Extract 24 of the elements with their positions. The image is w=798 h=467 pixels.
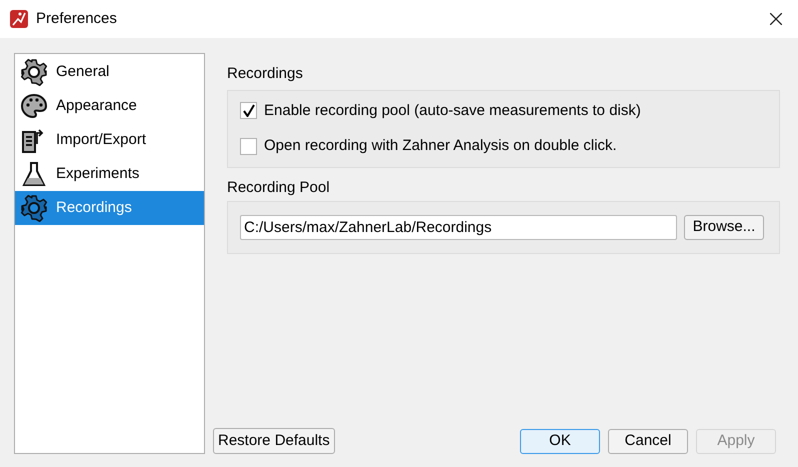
palette-icon xyxy=(20,92,48,120)
flask-icon xyxy=(20,160,48,188)
sidebar-item[interactable]: Import/Export xyxy=(15,123,204,157)
sidebar-item[interactable]: Recordings xyxy=(15,191,204,225)
dialog-button[interactable]: Cancel xyxy=(608,428,688,454)
gear-icon xyxy=(20,58,48,86)
browse-button[interactable]: Browse... xyxy=(684,215,764,240)
dialog-button[interactable]: OK xyxy=(520,428,600,454)
checkbox[interactable] xyxy=(240,138,257,155)
app-logo-icon xyxy=(10,10,28,28)
window-title: Preferences xyxy=(36,8,117,29)
checkbox[interactable] xyxy=(240,102,257,120)
path-field[interactable]: C:/Users/max/ZahnerLab/Recordings xyxy=(240,215,677,240)
section-title: Recording Pool xyxy=(227,178,331,198)
checkbox-label: Enable recording pool (auto-save measurements to disk) xyxy=(264,100,641,120)
sidebar-item[interactable]: Experiments xyxy=(15,157,204,191)
sidebar-item[interactable]: General xyxy=(15,55,204,89)
sidebar-item[interactable]: Appearance xyxy=(15,89,204,123)
gear-icon xyxy=(20,194,48,222)
restore-defaults-button[interactable]: Restore Defaults xyxy=(213,428,335,454)
checkmark-icon xyxy=(242,104,254,118)
checkbox-label: Open recording with Zahner Analysis on double click. xyxy=(264,136,617,156)
section-title: Recordings xyxy=(227,64,304,84)
close-icon[interactable] xyxy=(770,13,782,25)
